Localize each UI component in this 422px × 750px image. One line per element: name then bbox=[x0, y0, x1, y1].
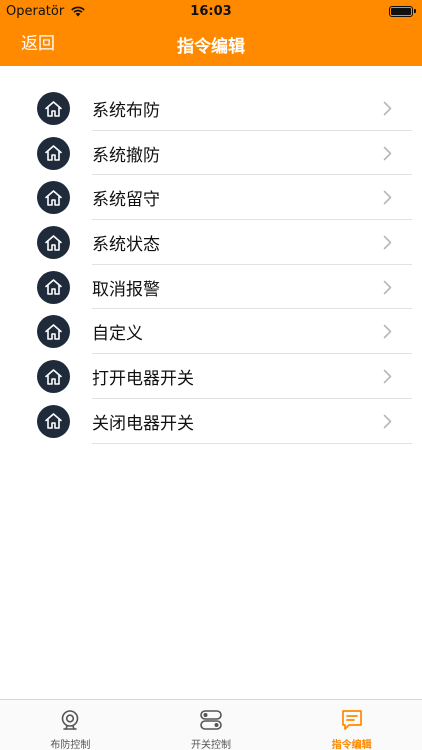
list-item[interactable]: 打开电器开关 bbox=[0, 354, 422, 399]
home-icon bbox=[37, 226, 70, 260]
nav-bar: 返回 指令编辑 bbox=[0, 22, 422, 66]
list-item[interactable]: 自定义 bbox=[0, 309, 422, 355]
list-item[interactable]: 系统撤防 bbox=[0, 131, 422, 176]
camera-icon bbox=[59, 709, 81, 731]
status-bar: Operatör 16:03 bbox=[0, 0, 422, 22]
tab-switch-control[interactable]: 开关控制 bbox=[141, 700, 282, 750]
chevron-right-icon bbox=[383, 324, 392, 343]
home-icon bbox=[37, 404, 70, 438]
chevron-right-icon bbox=[383, 369, 392, 388]
list-item-label: 系统留守 bbox=[92, 190, 160, 211]
back-button[interactable]: 返回 bbox=[21, 22, 55, 66]
tab-label: 开关控制 bbox=[191, 740, 231, 750]
list-item-label: 关闭电器开关 bbox=[92, 413, 194, 434]
tab-label: 指令编辑 bbox=[331, 740, 372, 750]
chevron-right-icon bbox=[383, 235, 392, 254]
list-item[interactable]: 关闭电器开关 bbox=[0, 399, 422, 444]
home-icon bbox=[37, 181, 70, 215]
list-item-label: 系统布防 bbox=[92, 100, 160, 121]
list-item-label: 取消报警 bbox=[92, 279, 160, 300]
home-icon bbox=[37, 92, 70, 125]
list-item[interactable]: 系统状态 bbox=[0, 220, 422, 265]
tab-arm-control[interactable]: 布防控制 bbox=[0, 700, 141, 750]
list-item-label: 打开电器开关 bbox=[92, 368, 194, 389]
list-item-label: 系统状态 bbox=[92, 234, 160, 255]
list-item[interactable]: 取消报警 bbox=[0, 265, 422, 310]
wifi-icon bbox=[71, 6, 86, 17]
battery-icon bbox=[389, 5, 416, 17]
home-icon bbox=[37, 136, 70, 170]
tab-command-edit[interactable]: 指令编辑 bbox=[281, 700, 422, 750]
page-title: 指令编辑 bbox=[177, 36, 245, 57]
list-item[interactable]: 系统布防 bbox=[0, 86, 422, 131]
chevron-right-icon bbox=[383, 414, 392, 433]
row-divider bbox=[92, 442, 412, 444]
tab-bar: 布防控制 开关控制 指令编辑 bbox=[0, 699, 422, 750]
home-icon bbox=[37, 270, 70, 304]
message-icon bbox=[340, 709, 364, 731]
status-left: Operatör bbox=[6, 4, 86, 19]
chevron-right-icon bbox=[383, 190, 392, 209]
chevron-right-icon bbox=[383, 146, 392, 165]
tab-label: 布防控制 bbox=[50, 740, 91, 750]
carrier-label: Operatör bbox=[6, 3, 65, 19]
home-icon bbox=[37, 360, 70, 394]
list-item[interactable]: 系统留守 bbox=[0, 175, 422, 221]
list-item-label: 自定义 bbox=[92, 324, 143, 345]
chevron-right-icon bbox=[383, 101, 392, 120]
home-icon bbox=[37, 315, 70, 349]
switch-icon bbox=[199, 709, 223, 731]
chevron-right-icon bbox=[383, 280, 392, 299]
list-item-label: 系统撤防 bbox=[92, 145, 160, 166]
command-list: 系统布防系统撤防系统留守系统状态取消报警自定义打开电器开关 关闭电器开关 bbox=[0, 86, 422, 444]
